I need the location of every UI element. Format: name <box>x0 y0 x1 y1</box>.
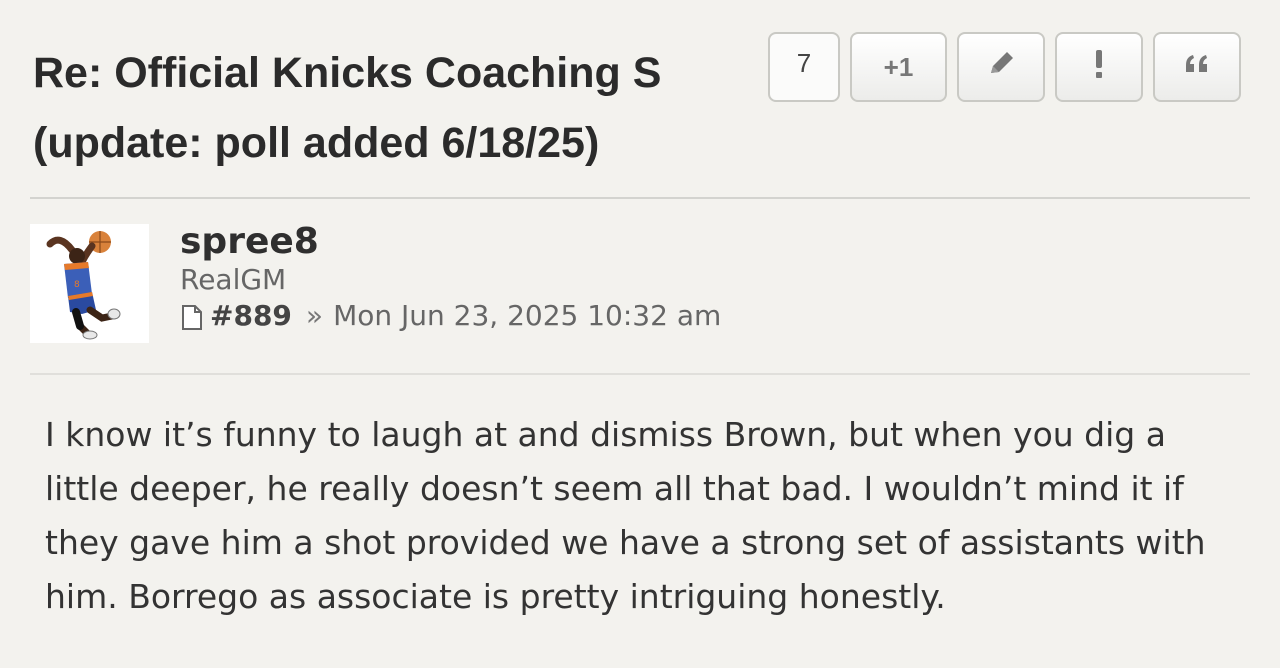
quote-button[interactable] <box>1153 32 1241 102</box>
user-rank: RealGM <box>180 263 287 296</box>
post-title-line-1[interactable]: Re: Official Knicks Coaching S <box>33 38 708 108</box>
post-title-line-2[interactable]: (update: poll added 6/18/25) <box>33 108 733 178</box>
username[interactable]: spree8 <box>180 220 721 264</box>
post-number-link[interactable]: #889 <box>210 296 292 336</box>
pencil-icon <box>983 46 1019 89</box>
svg-text:8: 8 <box>74 280 80 290</box>
post-header: Re: Official Knicks Coaching S (update: … <box>33 32 1243 188</box>
user-avatar[interactable]: 8 <box>30 224 149 343</box>
post-content: I know it’s funny to laugh at and dismis… <box>45 415 1206 616</box>
content-divider <box>30 373 1250 375</box>
meta-separator: » <box>305 299 324 332</box>
quote-icon <box>1179 46 1215 89</box>
post-meta: #889 » Mon Jun 23, 2025 10:32 am <box>180 296 721 336</box>
exclamation-icon <box>1089 46 1109 89</box>
edit-button[interactable] <box>957 32 1045 102</box>
post-timestamp: Mon Jun 23, 2025 10:32 am <box>333 299 722 332</box>
post-actions: 7 +1 <box>768 32 1241 102</box>
basketball-dunk-avatar-icon: 8 <box>30 224 149 343</box>
header-divider <box>30 197 1250 199</box>
report-button[interactable] <box>1055 32 1143 102</box>
post-author-block: spree8 RealGM #889 » Mon Jun 23, 2025 10… <box>180 220 721 336</box>
file-icon[interactable] <box>180 300 204 332</box>
plus-one-button[interactable]: +1 <box>850 32 947 102</box>
like-count-button[interactable]: 7 <box>768 32 840 102</box>
post-title[interactable]: Re: Official Knicks Coaching S (update: … <box>33 38 733 178</box>
